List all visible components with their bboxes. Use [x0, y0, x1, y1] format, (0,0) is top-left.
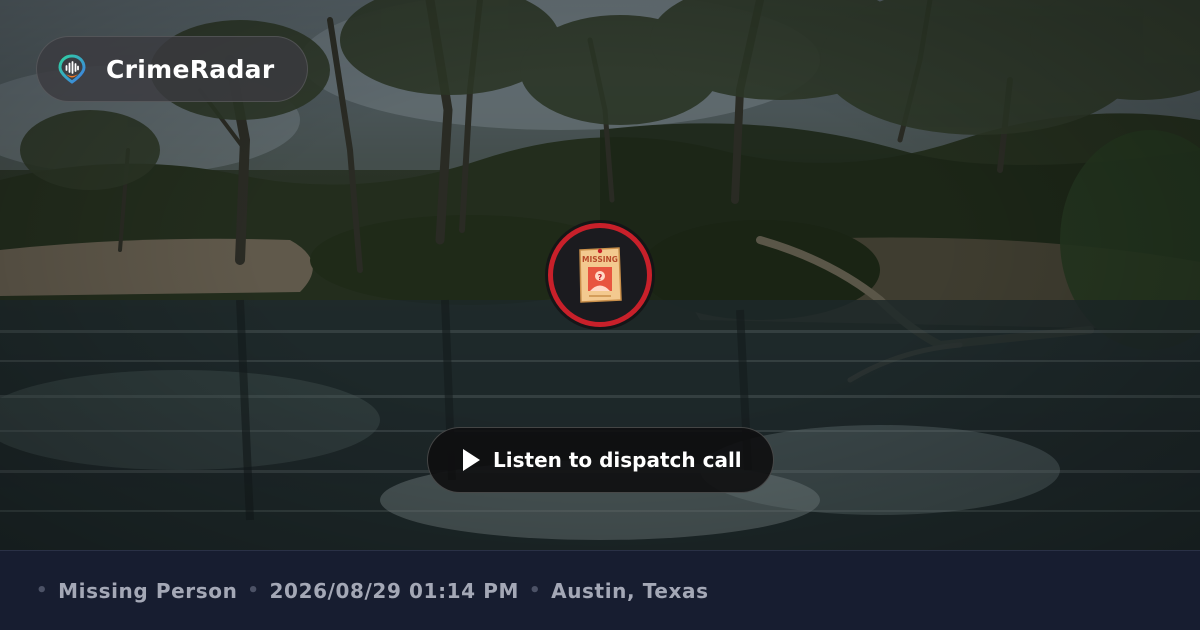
brand-pill[interactable]: CrimeRadar — [36, 36, 308, 102]
play-icon — [463, 449, 480, 471]
poster-missing-text: MISSING — [582, 255, 618, 264]
radar-pin-icon — [58, 54, 86, 84]
listen-dispatch-label: Listen to dispatch call — [493, 448, 742, 472]
incident-meta-bar: • Missing Person • 2026/08/29 01:14 PM •… — [0, 550, 1200, 630]
incident-datetime: 2026/08/29 01:14 PM — [269, 578, 520, 603]
brand-name: CrimeRadar — [106, 54, 275, 84]
separator-dot: • — [529, 580, 542, 601]
missing-poster-icon: MISSING ? — [579, 247, 622, 303]
incident-badge: MISSING ? — [548, 223, 652, 327]
incident-location: Austin, Texas — [551, 578, 709, 603]
separator-dot: • — [247, 580, 260, 601]
separator-dot: • — [36, 580, 49, 601]
listen-dispatch-button[interactable]: Listen to dispatch call — [427, 427, 774, 493]
hero-image: CrimeRadar MISSING ? Listen to dispatch … — [0, 0, 1200, 550]
incident-category: Missing Person — [58, 578, 238, 603]
svg-text:?: ? — [598, 273, 603, 282]
